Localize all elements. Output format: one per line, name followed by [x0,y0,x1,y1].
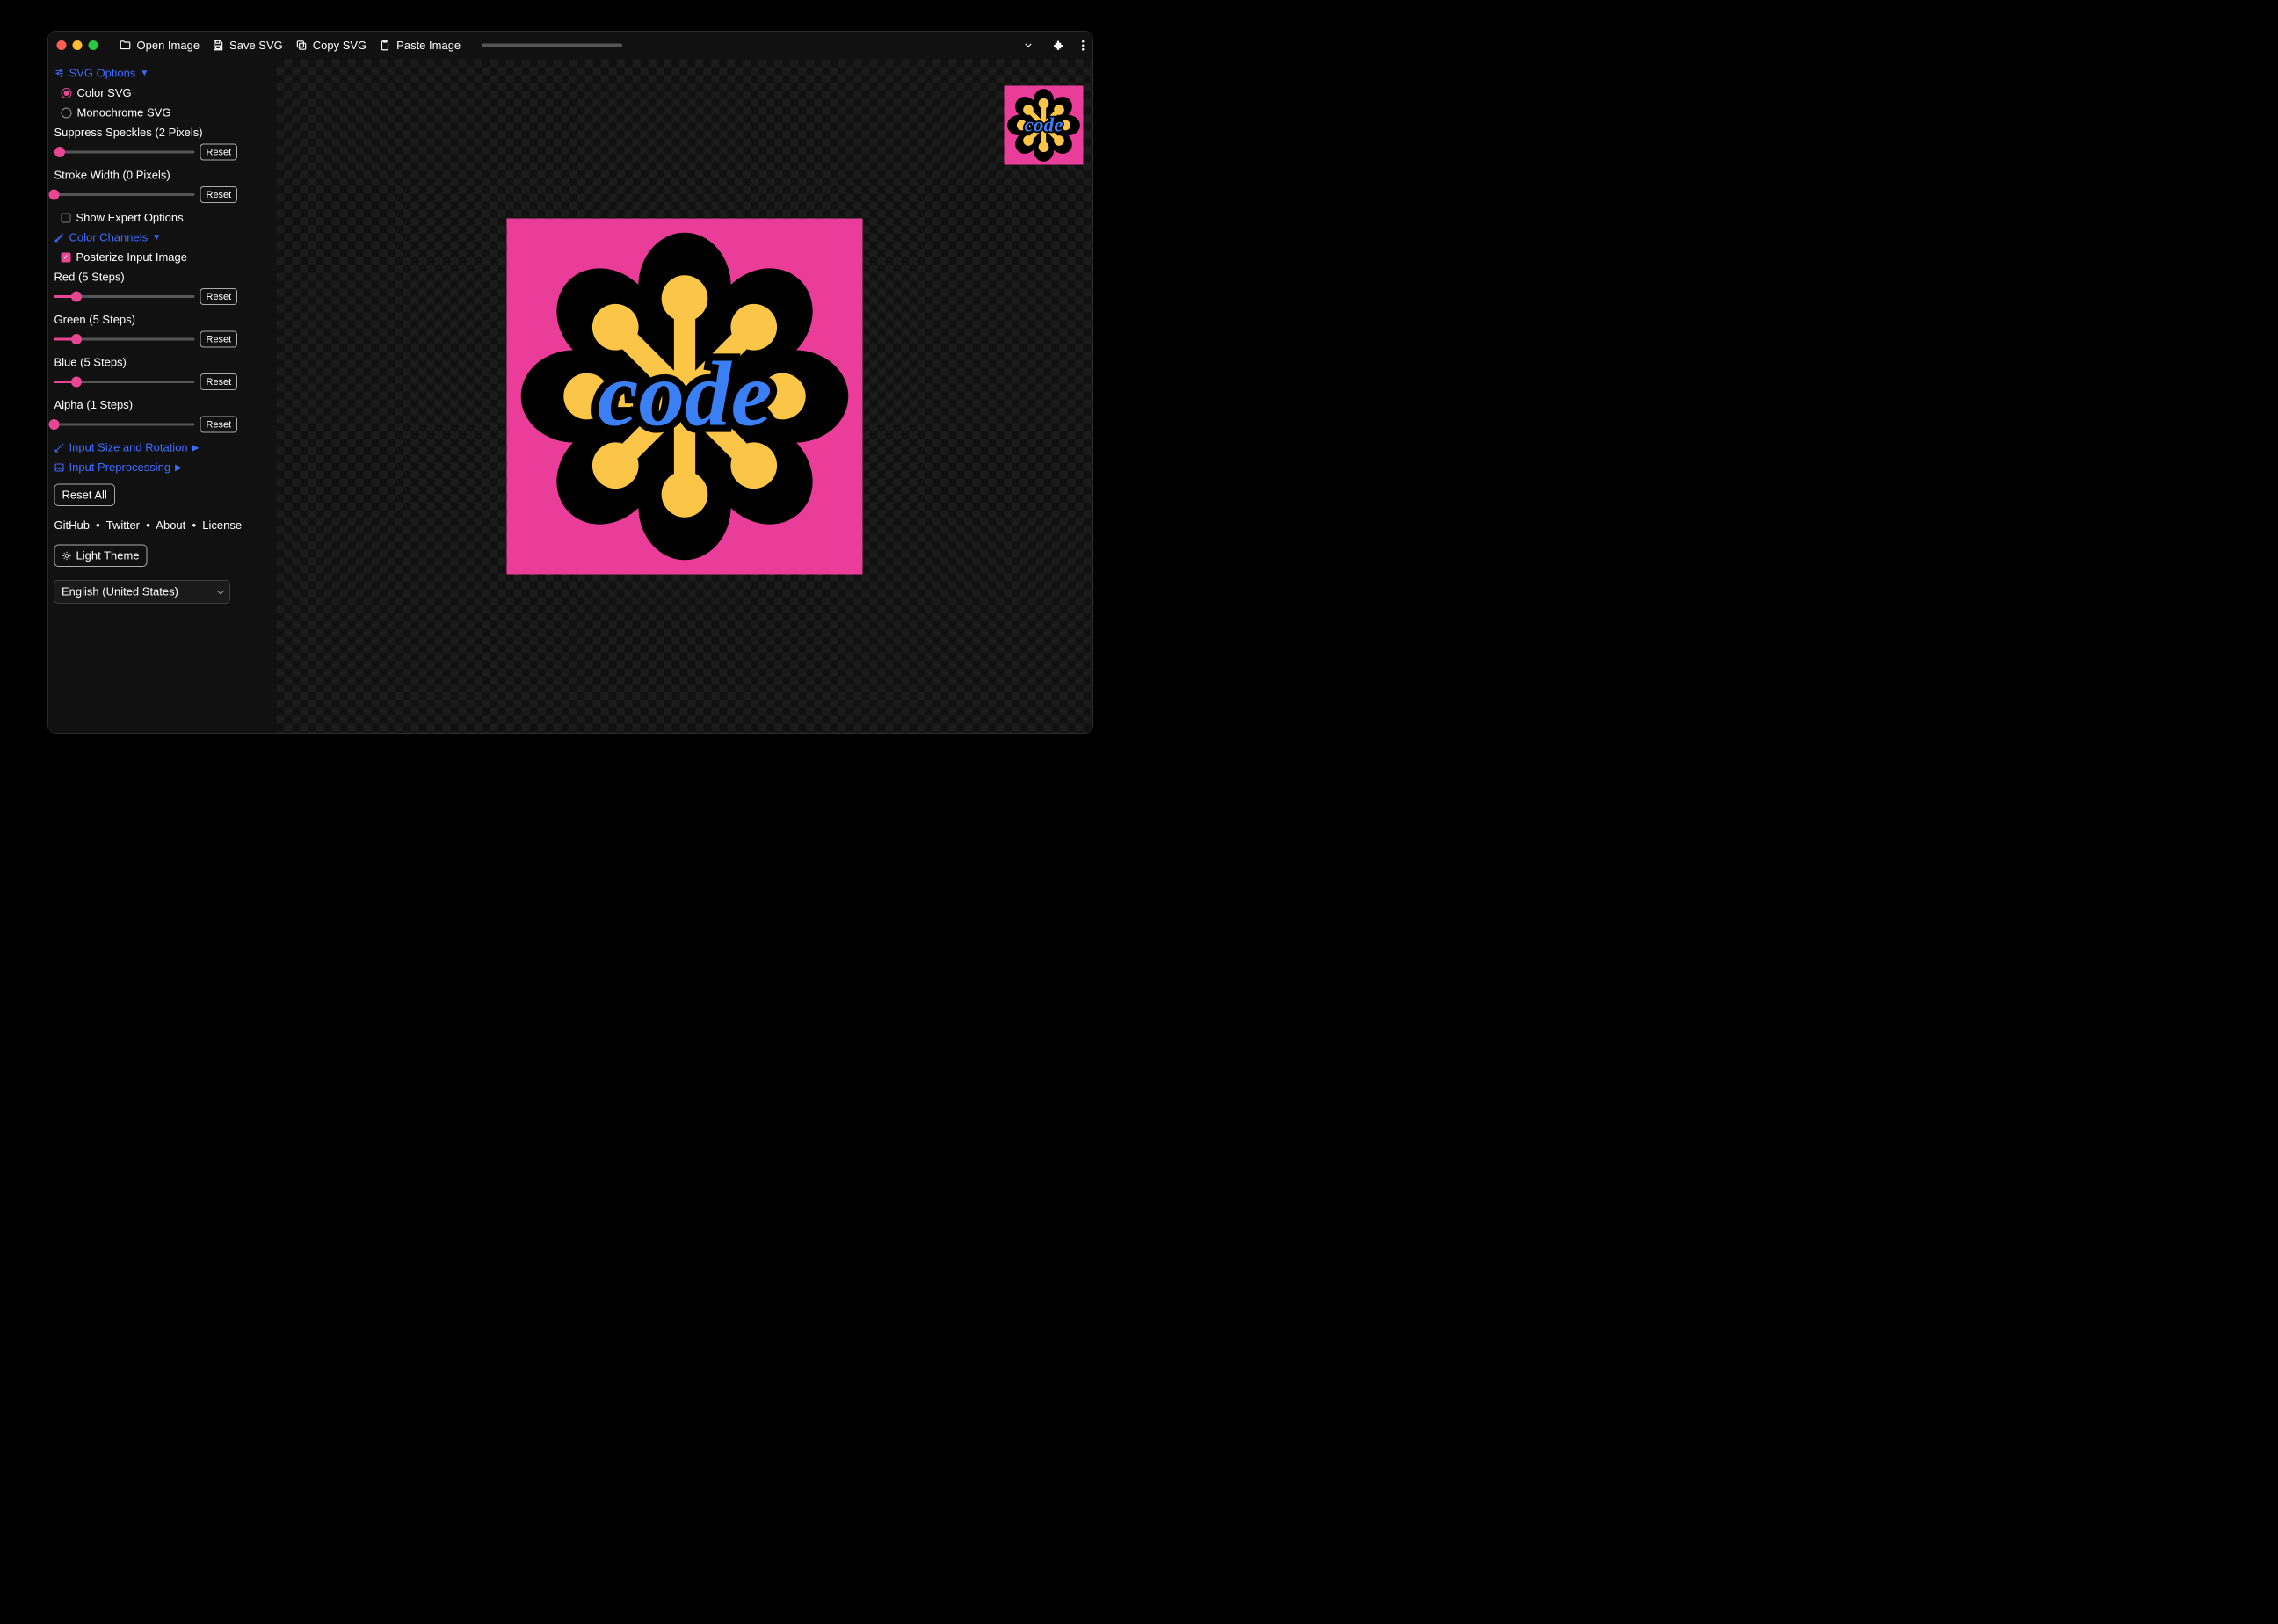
twitter-link[interactable]: Twitter [106,518,140,532]
stroke-width-label: Stroke Width (0 Pixels) [54,169,271,183]
logo-text: code [598,342,773,445]
red-group: Red (5 Steps) Reset [54,271,271,306]
alpha-slider[interactable] [54,419,195,430]
blue-slider[interactable] [54,377,195,388]
blue-group: Blue (5 Steps) Reset [54,356,271,391]
copy-svg-button[interactable]: Copy SVG [295,39,366,53]
open-image-button[interactable]: Open Image [120,39,200,53]
posterize-label: Posterize Input Image [76,250,187,265]
clipboard-icon [379,40,391,52]
color-channels-title: Color Channels [69,231,149,245]
stroke-width-slider[interactable] [54,190,195,200]
about-link[interactable]: About [156,518,185,532]
light-theme-button[interactable]: Light Theme [54,545,148,568]
blue-reset-button[interactable]: Reset [200,373,238,390]
input-preproc-title: Input Preprocessing [69,460,171,475]
chevron-right-icon: ▶ [175,462,182,474]
folder-icon [120,40,132,52]
reset-all-button[interactable]: Reset All [54,484,115,507]
tune-icon [54,68,65,78]
input-size-header[interactable]: Input Size and Rotation ▶ [54,441,271,455]
chevron-down-icon: ▼ [152,233,161,243]
license-link[interactable]: License [202,518,242,532]
green-group: Green (5 Steps) Reset [54,313,271,348]
show-expert-label: Show Expert Options [76,211,184,225]
alpha-group: Alpha (1 Steps) Reset [54,398,271,433]
light-theme-label: Light Theme [76,549,140,563]
paste-image-label: Paste Image [396,39,461,53]
stroke-width-group: Stroke Width (0 Pixels) Reset [54,169,271,204]
output-preview: code [507,219,863,575]
canvas[interactable]: code [277,60,1093,734]
radio-icon [62,107,72,118]
chevron-down-icon: ▼ [140,69,149,79]
input-size-title: Input Size and Rotation [69,441,188,455]
save-icon [212,40,224,52]
svg-options-title: SVG Options [69,67,136,81]
input-thumbnail[interactable]: code [1005,86,1084,165]
suppress-speckles-slider[interactable] [54,147,195,157]
monochrome-svg-radio[interactable]: Monochrome SVG [62,106,271,120]
checkbox-icon [62,252,71,262]
monochrome-svg-label: Monochrome SVG [77,106,171,120]
sun-icon [62,551,72,561]
copy-svg-label: Copy SVG [313,39,366,53]
save-svg-label: Save SVG [229,39,283,53]
red-slider[interactable] [54,292,195,302]
ruler-icon [54,442,65,453]
color-channels-header[interactable]: Color Channels ▼ [54,231,271,245]
chevron-down-icon[interactable] [1022,40,1034,52]
save-svg-button[interactable]: Save SVG [212,39,283,53]
suppress-speckles-reset-button[interactable]: Reset [200,144,238,161]
fullscreen-window-button[interactable] [89,40,98,50]
app-window: Open Image Save SVG Copy SVG Paste Image [47,31,1093,734]
extension-icon[interactable] [1052,40,1064,52]
progress-bar [482,44,622,47]
titlebar: Open Image Save SVG Copy SVG Paste Image [48,32,1093,60]
suppress-speckles-label: Suppress Speckles (2 Pixels) [54,126,271,140]
input-preproc-header[interactable]: Input Preprocessing ▶ [54,460,271,475]
sidebar: SVG Options ▼ Color SVG Monochrome SVG S… [48,60,277,734]
chevron-right-icon: ▶ [192,442,200,453]
minimize-window-button[interactable] [73,40,83,50]
blue-label: Blue (5 Steps) [54,356,271,370]
green-reset-button[interactable]: Reset [200,331,238,348]
footer-links: GitHub • Twitter • About • License [54,518,271,533]
svg-options-header[interactable]: SVG Options ▼ [54,67,271,81]
brush-icon [54,232,65,243]
green-slider[interactable] [54,334,195,344]
red-reset-button[interactable]: Reset [200,288,238,305]
paste-image-button[interactable]: Paste Image [379,39,461,53]
open-image-label: Open Image [137,39,200,53]
radio-icon [62,88,72,98]
more-menu-icon[interactable] [1082,40,1085,51]
color-svg-radio[interactable]: Color SVG [62,86,271,100]
stroke-width-reset-button[interactable]: Reset [200,186,238,203]
reset-all-label: Reset All [62,489,107,503]
alpha-reset-button[interactable]: Reset [200,417,238,433]
app-body: SVG Options ▼ Color SVG Monochrome SVG S… [48,60,1093,734]
suppress-speckles-group: Suppress Speckles (2 Pixels) Reset [54,126,271,161]
language-value: English (United States) [62,585,178,598]
color-svg-label: Color SVG [77,86,132,100]
checkbox-icon [62,213,71,222]
language-select[interactable]: English (United States) [54,580,230,604]
window-controls [57,40,98,50]
posterize-checkbox[interactable]: Posterize Input Image [62,250,271,265]
svg-text:code: code [1024,114,1063,137]
alpha-label: Alpha (1 Steps) [54,398,271,412]
close-window-button[interactable] [57,40,67,50]
show-expert-checkbox[interactable]: Show Expert Options [62,211,271,225]
green-label: Green (5 Steps) [54,313,271,327]
github-link[interactable]: GitHub [54,518,90,532]
image-icon [54,462,65,473]
red-label: Red (5 Steps) [54,271,271,285]
copy-icon [295,40,308,52]
